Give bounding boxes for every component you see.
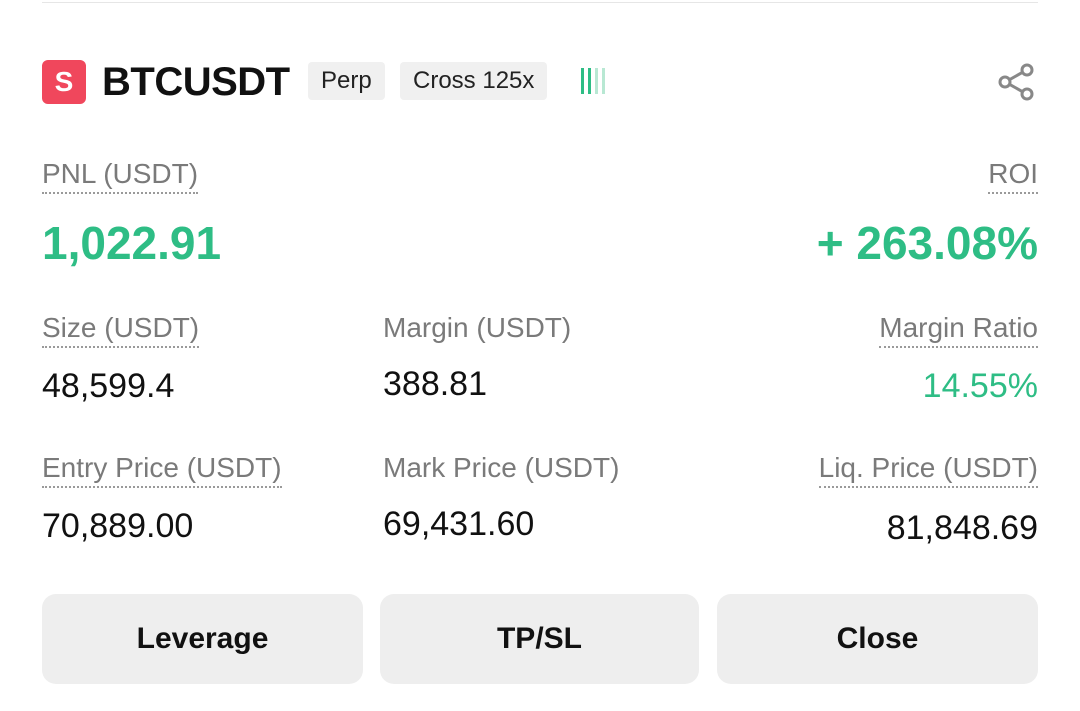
tpsl-button[interactable]: TP/SL <box>380 594 699 684</box>
symbol-title[interactable]: BTCUSDT <box>102 58 290 106</box>
roi-label[interactable]: ROI <box>988 158 1038 194</box>
margin-value: 388.81 <box>383 365 487 403</box>
margin-mode-leverage-tag[interactable]: Cross 125x <box>400 62 548 100</box>
liq-price-label[interactable]: Liq. Price (USDT) <box>818 452 1038 488</box>
contract-type-tag: Perp <box>308 62 385 100</box>
entry-price-label[interactable]: Entry Price (USDT) <box>42 452 282 488</box>
size-value: 48,599.4 <box>42 367 175 405</box>
pnl-value: 1,022.91 <box>42 217 222 269</box>
margin-ratio-value: 14.55% <box>922 367 1038 405</box>
signal-bars-icon <box>581 68 605 94</box>
close-position-button[interactable]: Close <box>717 594 1038 684</box>
mark-price-label: Mark Price (USDT) <box>383 452 620 483</box>
roi-value: + 263.08% <box>816 217 1038 269</box>
position-header: S BTCUSDT Perp Cross 125x <box>42 58 1038 106</box>
share-icon[interactable] <box>996 62 1036 102</box>
leverage-button[interactable]: Leverage <box>42 594 363 684</box>
top-divider <box>42 2 1038 3</box>
entry-price-value: 70,889.00 <box>42 507 194 545</box>
margin-ratio-label[interactable]: Margin Ratio <box>879 312 1038 348</box>
side-badge: S <box>42 60 86 104</box>
margin-label: Margin (USDT) <box>383 312 572 343</box>
pnl-label[interactable]: PNL (USDT) <box>42 158 199 194</box>
size-label[interactable]: Size (USDT) <box>42 312 200 348</box>
liq-price-value: 81,848.69 <box>886 509 1038 547</box>
mark-price-value: 69,431.60 <box>383 505 535 543</box>
